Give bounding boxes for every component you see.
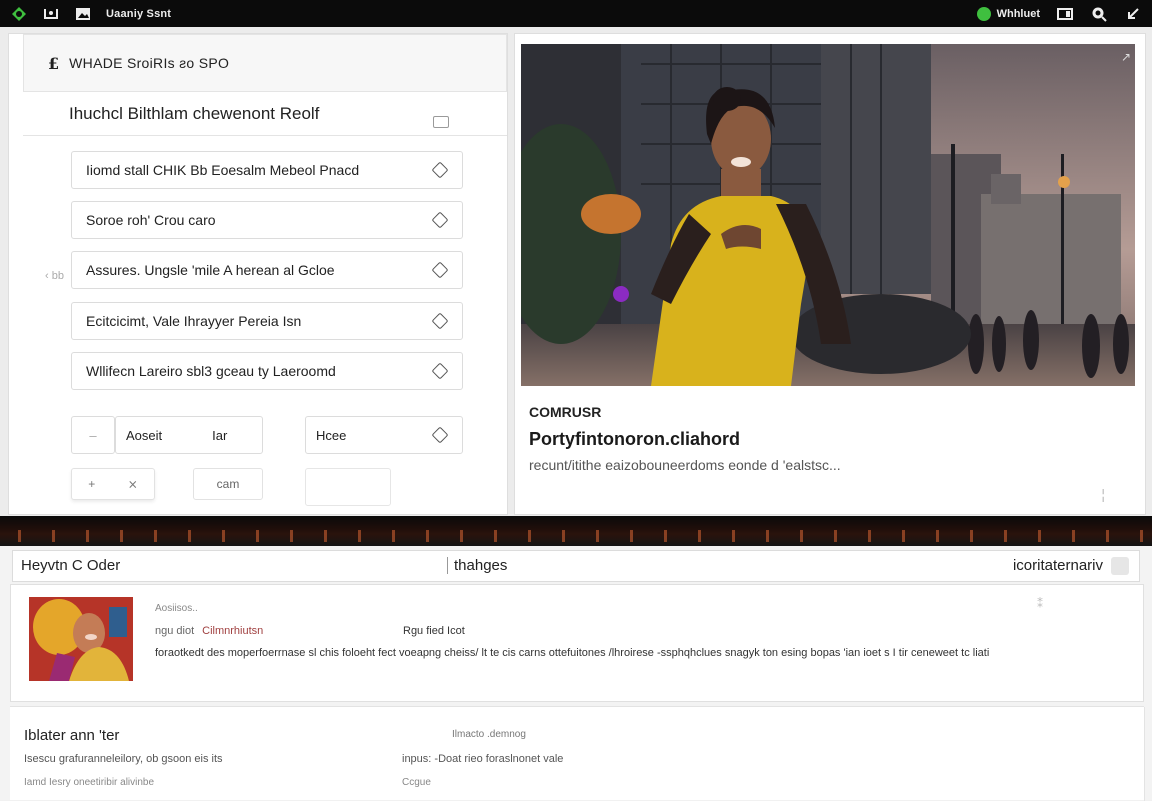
dec-field[interactable]: Hcee (305, 416, 463, 454)
list-item-meta-link[interactable]: Cilmnrhiutsn (202, 625, 263, 637)
option-5[interactable]: Wllifecn Lareiro sbl3 gceau ty Laeroomd (71, 352, 463, 390)
option-1-label: Iiomd stall CHIK Bb Eoesalm Mebeol Pnacd (86, 162, 360, 178)
back-chevron-label[interactable]: ‹ bb (45, 270, 64, 282)
search-icon[interactable] (1090, 5, 1108, 23)
section-row: Ihuchcl Bilthlam chewenont Reolf (23, 92, 507, 136)
dec-label: Hcee (316, 427, 347, 443)
status-online-icon (976, 6, 991, 21)
x-button[interactable]: ⨯ (128, 477, 138, 491)
tab-order[interactable]: Heyvtn C Oder (21, 557, 120, 574)
user-icon[interactable] (42, 5, 60, 23)
empty-button[interactable] (305, 468, 391, 506)
more-icon[interactable]: ⁑ (1037, 597, 1043, 611)
details-title: Iblater ann 'ter (24, 727, 120, 744)
divider-band (0, 516, 1152, 546)
feature-photo[interactable]: ↗ (521, 44, 1135, 386)
option-3-label: Assures. Ungsle 'mile A herean al Gcloe (86, 262, 335, 278)
radio-diamond-icon[interactable] (431, 211, 449, 229)
band-lights (0, 530, 1152, 542)
radio-diamond-icon[interactable] (431, 261, 449, 279)
option-1[interactable]: Iiomd stall CHIK Bb Eoesalm Mebeol Pnacd (71, 151, 463, 189)
radio-diamond-icon[interactable] (431, 362, 449, 380)
user-name: Whhluet (996, 7, 1040, 20)
app-title: Uaaniy Ssnt (106, 7, 172, 20)
image-icon[interactable] (74, 5, 92, 23)
feature-panel: ↗ COMRUSR Portyfintonoron.cliahord recun… (514, 33, 1146, 515)
details-row-1-right: inpus: -Doat rieo foraslnonet vale (402, 753, 564, 765)
feature-description: recunt/itithe eaizobouneerdoms eonde d '… (529, 457, 841, 473)
option-2[interactable]: Soroe roh' Crou caro (71, 201, 463, 239)
tab-changes[interactable]: thahges (447, 557, 507, 574)
upper-area: £ WHADE SroiRIs ƨo SPO Ihuchcl Bilthlam … (0, 27, 1152, 517)
pound-currency-icon: £ (48, 53, 60, 73)
list-item-label: Aosiisos.. (155, 603, 198, 614)
tab-bar: Heyvtn C Oder thahges icoritaternariv (12, 550, 1140, 582)
list-item-thumbnail[interactable] (29, 597, 133, 681)
details-row-2-left: Iamd Iesry oneetiribir alivinbe (24, 777, 155, 788)
option-3[interactable]: Assures. Ungsle 'mile A herean al Gcloe (71, 251, 463, 289)
back-arrow-icon[interactable] (1124, 5, 1142, 23)
minus-button[interactable]: – (71, 416, 115, 454)
panel-header-title: WHADE SroiRIs ƨo SPO (69, 55, 230, 71)
option-2-label: Soroe roh' Crou caro (86, 212, 216, 228)
option-4-label: Ecitcicimt, Vale Ihrayyer Pereia Isn (86, 313, 302, 329)
option-4[interactable]: Ecitcicimt, Vale Ihrayyer Pereia Isn (71, 302, 463, 340)
option-5-label: Wllifecn Lareiro sbl3 gceau ty Laeroomd (86, 363, 336, 379)
details-row-1-left: Isescu grafuranneleilory, ob gsoon eis i… (24, 753, 223, 765)
feature-mark: ¦ (1101, 486, 1105, 502)
panel-header: £ WHADE SroiRIs ƨo SPO (23, 34, 507, 92)
plus-button[interactable]: + (88, 477, 95, 491)
expand-icon[interactable]: ↗ (1121, 50, 1131, 64)
card-icon[interactable] (433, 116, 449, 128)
radio-diamond-icon[interactable] (431, 312, 449, 330)
plus-x-button-group: + ⨯ (71, 468, 155, 500)
details-divider (1144, 707, 1145, 801)
app-logo-icon[interactable] (10, 5, 28, 23)
asset-label: Aoseit (126, 427, 163, 443)
radio-diamond-icon[interactable] (431, 161, 449, 179)
details-row-2-right: Ccgue (402, 777, 431, 788)
feature-kicker: COMRUSR (529, 404, 602, 420)
user-status[interactable]: Whhluet (976, 6, 1040, 21)
options-panel: £ WHADE SroiRIs ƨo SPO Ihuchcl Bilthlam … (8, 33, 508, 515)
feature-title[interactable]: Portyfintonoron.cliahord (529, 429, 740, 450)
asset-value: Iar (212, 427, 228, 443)
top-bar: Uaaniy Ssnt Whhluet (0, 0, 1152, 27)
details-section: Iblater ann 'ter Ilmacto .demnog Isescu … (10, 706, 1145, 801)
radio-diamond-icon[interactable] (431, 426, 449, 444)
tab-coordinator[interactable]: icoritaternariv (1013, 557, 1103, 574)
cam-button[interactable]: cam (193, 468, 263, 500)
list-item-meta-label: ngu diot (155, 625, 195, 637)
window-icon[interactable] (1056, 5, 1074, 23)
list-item-body: foraotkedt des moperfoerrnase sl chis fo… (155, 647, 990, 659)
details-subtitle: Ilmacto .demnog (452, 729, 526, 740)
list-item-meta-2: Rgu fied Icot (403, 625, 465, 637)
asset-field[interactable]: Aoseit Iar (115, 416, 263, 454)
list-item[interactable]: Aosiisos.. ngu diot Cilmnrhiutsn Rgu fied… (10, 584, 1144, 702)
lower-area: Heyvtn C Oder thahges icoritaternariv Ao… (0, 546, 1152, 801)
tab-toggle-button[interactable] (1111, 557, 1129, 575)
section-title: Ihuchcl Bilthlam chewenont Reolf (69, 103, 320, 123)
list-item-meta: ngu diot Cilmnrhiutsn (155, 625, 263, 637)
